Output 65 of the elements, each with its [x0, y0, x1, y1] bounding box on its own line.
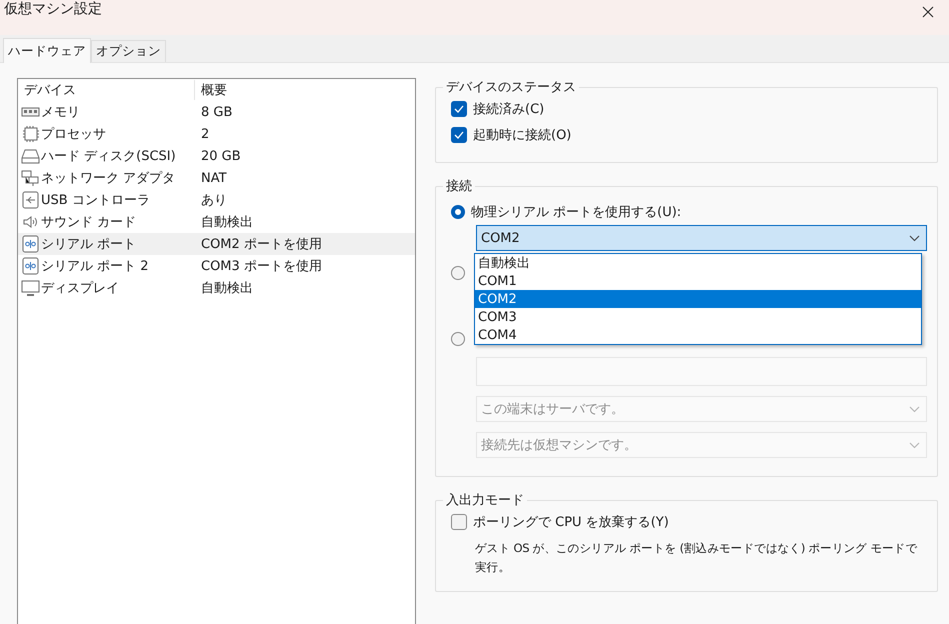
- device-summary: あり: [200, 192, 228, 209]
- checkbox[interactable]: [451, 127, 467, 143]
- window-title: 仮想マシン設定: [4, 0, 102, 18]
- device-summary: 2: [200, 126, 210, 142]
- device-name: サウンド カード: [41, 214, 136, 231]
- device-name: プロセッサ: [41, 126, 106, 143]
- checkbox-label: ポーリングで CPU を放棄する(Y): [473, 514, 669, 531]
- serial-port-icon: [21, 257, 40, 275]
- device-name: ネットワーク アダプタ: [41, 170, 176, 187]
- device-summary: 20 GB: [200, 148, 242, 164]
- device-row[interactable]: USB コントローラ あり: [18, 189, 415, 211]
- serial-port-icon: [21, 235, 40, 253]
- menu-item[interactable]: 自動検出: [475, 254, 921, 272]
- chip-icon: [21, 125, 40, 143]
- radio-button[interactable]: [451, 205, 465, 219]
- checkmark-icon: [454, 105, 464, 113]
- device-row[interactable]: ネットワーク アダプタ NAT: [18, 167, 415, 189]
- device-row[interactable]: メモリ 8 GB: [18, 101, 415, 123]
- device-name: ディスプレイ: [41, 280, 119, 297]
- tab[interactable]: ハードウェア: [3, 38, 91, 63]
- usb-icon: [21, 191, 40, 209]
- device-summary: NAT: [200, 170, 228, 186]
- device-name: USB コントローラ: [41, 192, 150, 209]
- chevron-icon: [909, 406, 920, 412]
- device-row[interactable]: シリアル ポート 2 COM3 ポートを使用: [18, 255, 415, 277]
- radio-button[interactable]: [451, 266, 465, 280]
- tab[interactable]: オプション: [91, 40, 166, 62]
- checkmark-icon: [454, 131, 464, 139]
- device-name: シリアル ポート: [41, 236, 136, 253]
- checkbox-label: 接続済み(C): [473, 101, 544, 118]
- device-name: ハード ディスク(SCSI): [41, 148, 176, 165]
- group-title: 入出力モード: [445, 492, 525, 509]
- device-row[interactable]: シリアル ポート COM2 ポートを使用: [18, 233, 415, 255]
- device-row[interactable]: ディスプレイ 自動検出: [18, 277, 415, 299]
- close-icon: [922, 6, 934, 18]
- checkbox[interactable]: [451, 514, 467, 530]
- device-row[interactable]: プロセッサ 2: [18, 123, 415, 145]
- device-name: メモリ: [41, 104, 80, 121]
- device-row[interactable]: ハード ディスク(SCSI) 20 GB: [18, 145, 415, 167]
- device-name: シリアル ポート 2: [41, 258, 149, 275]
- port-select[interactable]: COM2: [476, 225, 927, 251]
- checkbox-label: 起動時に接続(O): [473, 127, 572, 144]
- group-title: 接続: [445, 178, 473, 195]
- network-icon: [21, 169, 40, 187]
- speaker-icon: [21, 213, 40, 231]
- device-summary: 自動検出: [200, 214, 254, 231]
- chevron-icon: [909, 442, 920, 448]
- device-summary: COM2 ポートを使用: [200, 236, 323, 253]
- checkbox[interactable]: [451, 101, 467, 117]
- menu-item[interactable]: COM3: [475, 308, 921, 326]
- menu-item[interactable]: COM2: [475, 290, 921, 308]
- radio-label: 物理シリアル ポートを使用する(U):: [471, 204, 682, 221]
- device-row[interactable]: サウンド カード 自動検出: [18, 211, 415, 233]
- menu-item[interactable]: COM4: [475, 326, 921, 344]
- column-header[interactable]: 概要: [195, 80, 415, 100]
- radio-button[interactable]: [451, 332, 465, 346]
- column-header[interactable]: デバイス: [18, 80, 195, 100]
- chevron-icon: [909, 234, 920, 242]
- description-text: ゲスト OS が、このシリアル ポートを (割込みモードではなく) ポーリング モードで実行。: [475, 540, 918, 576]
- menu-item[interactable]: COM1: [475, 272, 921, 290]
- device-summary: 自動検出: [200, 280, 254, 297]
- monitor-icon: [21, 279, 40, 297]
- device-summary: 8 GB: [200, 104, 234, 120]
- group-title: デバイスのステータス: [445, 79, 577, 96]
- device-summary: COM3 ポートを使用: [200, 258, 323, 275]
